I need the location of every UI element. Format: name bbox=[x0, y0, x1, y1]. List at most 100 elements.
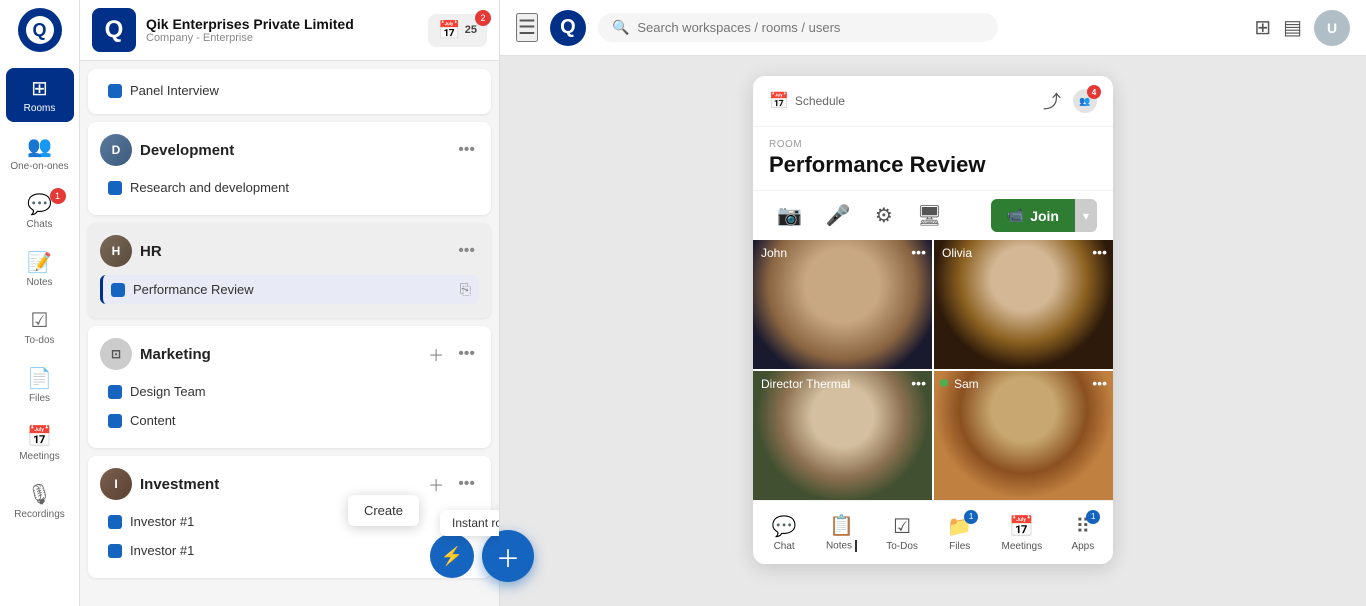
marketing-title-wrap: ⊡ Marketing bbox=[100, 338, 211, 370]
nav-notes[interactable]: 📝 Notes bbox=[6, 242, 74, 296]
hr-group-name: HR bbox=[140, 243, 162, 260]
sidebar-toggle-button[interactable]: ▤ bbox=[1283, 15, 1302, 40]
room-card-header: 📅 Schedule ⤴ 👥 4 bbox=[753, 76, 1113, 127]
marketing-add-btn[interactable]: ＋ bbox=[424, 340, 448, 368]
hamburger-button[interactable]: ☰ bbox=[516, 13, 538, 42]
hr-group-header: H HR ••• bbox=[100, 235, 479, 267]
investment-more-btn[interactable]: ••• bbox=[454, 473, 479, 495]
room-item-content[interactable]: Content bbox=[100, 407, 479, 434]
room-label-content: Content bbox=[130, 413, 471, 428]
instant-room-button[interactable]: ⚡ bbox=[430, 534, 474, 578]
nav-todos[interactable]: ☑ To-dos bbox=[6, 300, 74, 354]
search-bar[interactable]: 🔍 bbox=[598, 13, 998, 42]
video-cell-olivia: Olivia ••• bbox=[934, 240, 1113, 369]
user-avatar[interactable]: U bbox=[1314, 10, 1350, 46]
rbb-chat[interactable]: 💬 Chat bbox=[764, 510, 805, 556]
rbb-todos-icon: ☑ bbox=[893, 514, 911, 539]
member-badge-count: 4 bbox=[1087, 85, 1101, 99]
marketing-more-btn[interactable]: ••• bbox=[454, 343, 479, 365]
development-actions: ••• bbox=[454, 139, 479, 161]
files-icon: 📄 bbox=[27, 366, 52, 391]
room-dot-perf bbox=[111, 283, 125, 297]
rbb-notes-icon: 📋 bbox=[829, 513, 854, 538]
sam-online-dot bbox=[940, 379, 948, 387]
participant-olivia-menu[interactable]: ••• bbox=[1092, 244, 1107, 260]
settings-button[interactable]: ⚙ bbox=[867, 199, 901, 232]
nav-rooms[interactable]: ⊞ Rooms bbox=[6, 68, 74, 122]
participant-olivia-label: Olivia bbox=[942, 246, 972, 260]
nav-meetings[interactable]: 📅 Meetings bbox=[6, 416, 74, 470]
share-button[interactable]: ⤴ bbox=[1043, 88, 1061, 114]
participant-director-menu[interactable]: ••• bbox=[911, 375, 926, 391]
room-item-panel-interview[interactable]: Panel Interview bbox=[100, 77, 479, 104]
nav-recordings[interactable]: 🎙 Recordings bbox=[6, 474, 74, 528]
grid-view-button[interactable]: ⊞ bbox=[1254, 15, 1271, 40]
hr-more-btn[interactable]: ••• bbox=[454, 240, 479, 262]
room-item-performance-review[interactable]: Performance Review ⎘ bbox=[100, 275, 479, 304]
calendar-button[interactable]: 📅 25 2 bbox=[428, 14, 487, 47]
room-dot-content bbox=[108, 414, 122, 428]
room-controls: 📷 🎤 ⚙ 🖥 📹 Join ▾ bbox=[753, 190, 1113, 240]
participant-sam-label: Sam bbox=[954, 377, 979, 391]
icon-nav: Q ⊞ Rooms 👥 One-on-ones 1 💬 Chats 📝 Note… bbox=[0, 0, 80, 606]
rbb-notes[interactable]: 📋 Notes bbox=[818, 509, 865, 556]
participant-sam-menu[interactable]: ••• bbox=[1092, 375, 1107, 391]
company-name: Qik Enterprises Private Limited bbox=[146, 16, 418, 32]
room-item-design[interactable]: Design Team bbox=[100, 378, 479, 405]
room-dot-design bbox=[108, 385, 122, 399]
nav-files[interactable]: 📄 Files bbox=[6, 358, 74, 412]
screen-share-button[interactable]: 🖥 bbox=[909, 199, 950, 232]
create-tooltip: Create bbox=[348, 495, 419, 526]
rooms-panel: Q Qik Enterprises Private Limited Compan… bbox=[80, 0, 500, 606]
marketing-actions: ＋ ••• bbox=[424, 340, 479, 368]
video-button[interactable]: 📷 bbox=[769, 199, 810, 232]
room-group-marketing: ⊡ Marketing ＋ ••• Design Team Content bbox=[88, 326, 491, 448]
room-item-investor1b[interactable]: Investor #1 bbox=[100, 537, 479, 564]
nav-one-on-ones-label: One-on-ones bbox=[10, 161, 68, 172]
development-group-name: Development bbox=[140, 142, 234, 159]
room-item-research[interactable]: Research and development bbox=[100, 174, 479, 201]
rbb-apps-label: Apps bbox=[1071, 541, 1094, 552]
rbb-todos[interactable]: ☑ To-Dos bbox=[878, 510, 926, 556]
participant-john-menu[interactable]: ••• bbox=[911, 244, 926, 260]
participant-john-label: John bbox=[761, 246, 787, 260]
main-area: ☰ Q 🔍 ⊞ ▤ U 📅 Schedule ⤴ bbox=[500, 0, 1366, 606]
room-item-investor1[interactable]: Investor #1 bbox=[100, 508, 479, 535]
room-label-panel-interview: Panel Interview bbox=[130, 83, 471, 98]
room-label-design: Design Team bbox=[130, 384, 471, 399]
rbb-meetings-icon: 📅 bbox=[1009, 514, 1034, 539]
top-header: ☰ Q 🔍 ⊞ ▤ U bbox=[500, 0, 1366, 56]
mic-button[interactable]: 🎤 bbox=[818, 199, 859, 232]
investment-actions: ＋ ••• bbox=[424, 470, 479, 498]
calendar-badge: 2 bbox=[475, 10, 491, 26]
nav-chats[interactable]: 1 💬 Chats bbox=[6, 184, 74, 238]
investment-group-name: Investment bbox=[140, 476, 219, 493]
fab-area: ⚡ ＋ bbox=[430, 530, 500, 582]
join-button[interactable]: 📹 Join bbox=[991, 199, 1075, 232]
app-logo: Q bbox=[18, 8, 62, 52]
development-more-btn[interactable]: ••• bbox=[454, 139, 479, 161]
rbb-apps[interactable]: 1 ⠿ Apps bbox=[1063, 510, 1102, 556]
calendar-date: 25 bbox=[465, 24, 477, 36]
room-dot-research bbox=[108, 181, 122, 195]
nav-one-on-ones[interactable]: 👥 One-on-ones bbox=[6, 126, 74, 180]
rbb-files[interactable]: 1 📁 Files bbox=[939, 510, 980, 556]
join-dropdown-button[interactable]: ▾ bbox=[1075, 199, 1097, 232]
chats-icon: 💬 bbox=[27, 192, 52, 217]
investment-title-wrap: I Investment bbox=[100, 468, 219, 500]
rbb-notes-label: Notes bbox=[826, 540, 857, 552]
room-group-development: D Development ••• Research and developme… bbox=[88, 122, 491, 215]
rbb-todos-label: To-Dos bbox=[886, 541, 918, 552]
investment-add-btn[interactable]: ＋ bbox=[424, 470, 448, 498]
rooms-icon: ⊞ bbox=[31, 76, 48, 101]
rbb-meetings[interactable]: 📅 Meetings bbox=[994, 510, 1051, 556]
room-dot-investor1 bbox=[108, 515, 122, 529]
rbb-chat-label: Chat bbox=[774, 541, 795, 552]
search-input[interactable] bbox=[637, 20, 984, 35]
create-room-button[interactable]: ＋ bbox=[482, 530, 500, 582]
development-avatar: D bbox=[100, 134, 132, 166]
development-title-wrap: D Development bbox=[100, 134, 234, 166]
room-title: Performance Review bbox=[769, 152, 1097, 178]
member-count[interactable]: 👥 4 bbox=[1073, 89, 1097, 113]
room-label-research: Research and development bbox=[130, 180, 471, 195]
